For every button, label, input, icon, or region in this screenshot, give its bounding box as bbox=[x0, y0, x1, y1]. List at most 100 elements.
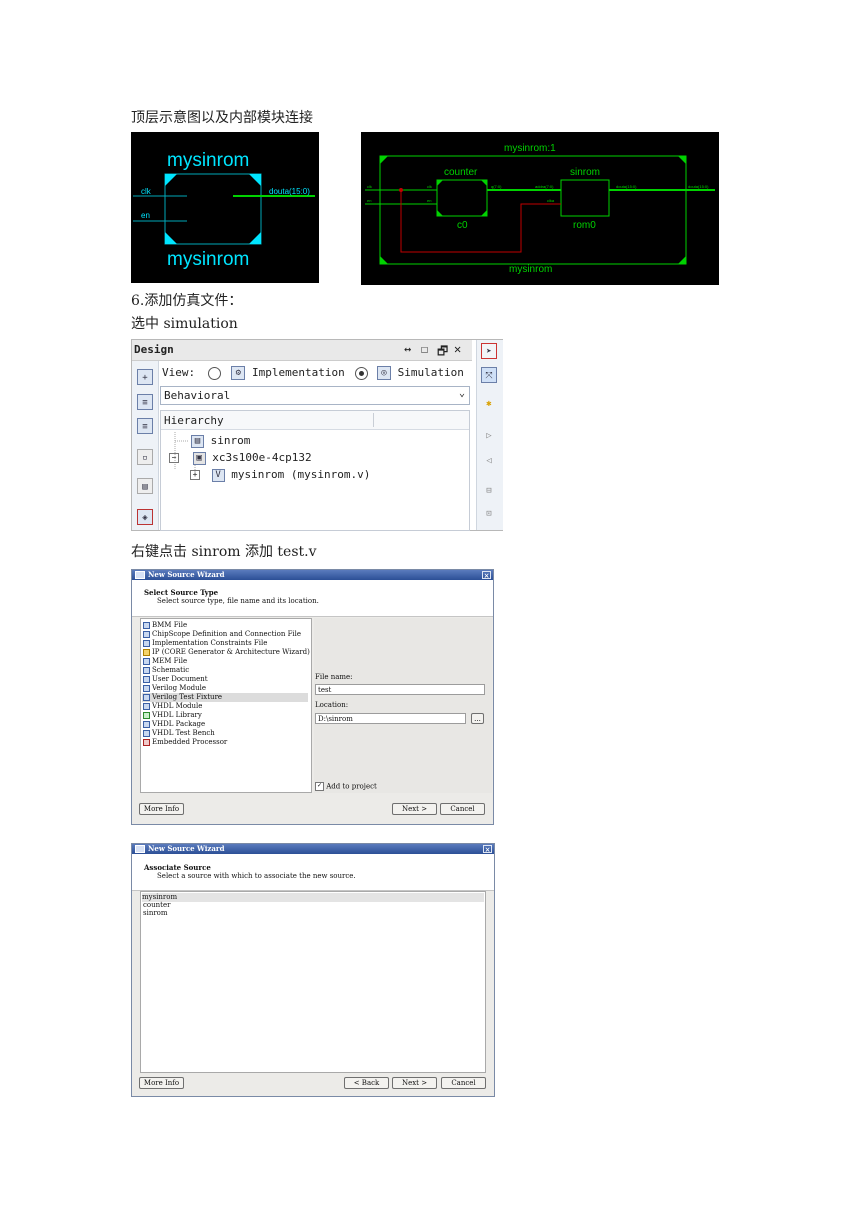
view-dropdown[interactable]: Behavioral ⌄ bbox=[160, 386, 470, 405]
paragraph-4: 右键点击 sinrom 添加 test.v bbox=[131, 544, 317, 560]
sinrom-label: sinrom bbox=[570, 167, 600, 178]
hierarchy-label: Hierarchy bbox=[164, 414, 224, 427]
radio-implementation[interactable] bbox=[207, 366, 221, 380]
associate-source-list[interactable]: mysinrom counter sinrom bbox=[140, 891, 486, 1073]
new-source-icon[interactable]: + bbox=[137, 369, 153, 385]
file-name-label: File name: bbox=[315, 673, 353, 681]
add-source-icon[interactable]: ≡ bbox=[137, 394, 153, 410]
close-icon[interactable]: × bbox=[482, 571, 491, 579]
run-back-icon[interactable]: ◁ bbox=[481, 453, 497, 469]
source-type-list[interactable]: BMM File ChipScope Definition and Connec… bbox=[140, 618, 312, 793]
cancel-button[interactable]: Cancel bbox=[441, 1077, 486, 1089]
list-item-selected[interactable]: mysinrom bbox=[142, 893, 484, 902]
new-source-wizard-select-type: New Source Wizard × Select Source Type S… bbox=[131, 569, 494, 825]
tree-item[interactable]: ▤ sinrom bbox=[191, 434, 250, 448]
cursor-icon[interactable]: ➤ bbox=[481, 343, 497, 359]
float-icon[interactable]: ↔ bbox=[404, 342, 411, 356]
symbol-corner-tr bbox=[249, 174, 261, 186]
add-to-project-label: Add to project bbox=[326, 782, 377, 791]
browse-button[interactable]: ... bbox=[471, 713, 484, 724]
close-icon[interactable]: × bbox=[483, 845, 492, 853]
maximize-icon[interactable]: ☐ bbox=[421, 342, 428, 356]
list-item[interactable]: Verilog Module bbox=[143, 684, 206, 693]
location-input[interactable]: D:\sinrom bbox=[315, 713, 466, 724]
properties-icon[interactable]: ▤ bbox=[137, 478, 153, 494]
chevron-down-icon: ⌄ bbox=[458, 388, 465, 399]
design-left-toolbar: + ≡ ≡ ▫ ▤ ◈ bbox=[132, 361, 159, 530]
list-item[interactable]: User Document bbox=[143, 675, 208, 684]
list-item[interactable]: IP (CORE Generator & Architecture Wizard… bbox=[143, 648, 310, 657]
tree-item[interactable]: + V mysinrom (mysinrom.v) bbox=[190, 468, 370, 482]
port-en-label: en bbox=[141, 211, 150, 220]
new-source-wizard-associate: New Source Wizard × Associate Source Sel… bbox=[131, 843, 495, 1097]
wizard-title: New Source Wizard bbox=[148, 844, 225, 853]
sparkle-icon[interactable]: ✱ bbox=[481, 396, 497, 412]
wizard-header: Associate Source Select a source with wh… bbox=[132, 854, 494, 891]
list-item[interactable]: VHDL Test Bench bbox=[143, 729, 215, 738]
list-item[interactable]: BMM File bbox=[143, 621, 187, 630]
window-icon[interactable]: ⊟ bbox=[481, 483, 497, 499]
zoom-fit-icon[interactable]: ⤧ bbox=[481, 367, 497, 383]
symbol-corner-bl bbox=[165, 232, 177, 244]
counter-label: counter bbox=[444, 167, 478, 178]
list-item[interactable]: VHDL Library bbox=[143, 711, 202, 720]
wizard-subheading: Select a source with which to associate … bbox=[157, 872, 356, 880]
radio-simulation[interactable] bbox=[355, 366, 369, 380]
wizard-subheading: Select source type, file name and its lo… bbox=[157, 597, 319, 605]
simulation-icon: ◎ bbox=[376, 366, 391, 380]
add-copy-source-icon[interactable]: ≡ bbox=[137, 418, 153, 434]
next-button[interactable]: Next > bbox=[392, 803, 437, 815]
collapse-icon[interactable]: − bbox=[169, 453, 179, 463]
panel-icon[interactable]: ⊡ bbox=[481, 506, 497, 522]
list-item[interactable]: Implementation Constraints File bbox=[143, 639, 267, 648]
hierarchy-icon[interactable]: ▫ bbox=[137, 449, 153, 465]
tree-item-label: mysinrom (mysinrom.v) bbox=[231, 468, 371, 481]
view-label: View: bbox=[162, 366, 196, 379]
simulation-label: Simulation bbox=[397, 366, 464, 379]
symbol-name-top: mysinrom bbox=[167, 150, 249, 171]
run-forward-icon[interactable]: ▷ bbox=[481, 428, 497, 444]
symbol-corner-tl bbox=[165, 174, 177, 186]
restore-icon[interactable]: 🗗 bbox=[437, 342, 448, 363]
hierarchy-tree: Hierarchy ▤ sinrom − ▣ xc3s100e-4cp132 +… bbox=[160, 410, 470, 531]
svg-text:clk: clk bbox=[367, 184, 372, 189]
internal-bottom-label: mysinrom bbox=[509, 264, 552, 275]
port-clk-label: clk bbox=[141, 187, 152, 196]
list-item[interactable]: Schematic bbox=[143, 666, 189, 675]
paragraph-3: 选中 simulation bbox=[131, 316, 238, 332]
svg-text:addra(7:0): addra(7:0) bbox=[535, 184, 554, 189]
sinrom-block bbox=[560, 179, 610, 217]
cancel-button[interactable]: Cancel bbox=[440, 803, 485, 815]
implementation-label: Implementation bbox=[252, 366, 345, 379]
list-item[interactable]: Embedded Processor bbox=[143, 738, 227, 747]
internal-title: mysinrom:1 bbox=[504, 143, 556, 154]
design-panel: Design ↔ ☐ 🗗 ✕ + ≡ ≡ ▫ ▤ ◈ View: ⚙ Imple… bbox=[131, 339, 503, 531]
sinrom-inst: rom0 bbox=[573, 220, 596, 231]
list-item[interactable]: ChipScope Definition and Connection File bbox=[143, 630, 301, 639]
counter-block bbox=[436, 179, 488, 217]
back-button[interactable]: < Back bbox=[344, 1077, 389, 1089]
add-to-project-checkbox[interactable]: ✓ bbox=[315, 782, 324, 791]
list-item[interactable]: VHDL Module bbox=[143, 702, 202, 711]
more-info-button[interactable]: More Info bbox=[139, 803, 184, 815]
close-icon[interactable]: ✕ bbox=[454, 342, 461, 356]
symbol-name-bottom: mysinrom bbox=[167, 249, 249, 270]
svg-text:douta(15:0): douta(15:0) bbox=[616, 184, 637, 189]
expand-icon[interactable]: + bbox=[190, 470, 200, 480]
list-item-selected[interactable]: Verilog Test Fixture bbox=[142, 693, 308, 702]
file-name-input[interactable]: test bbox=[315, 684, 485, 695]
tree-item[interactable]: − ▣ xc3s100e-4cp132 bbox=[169, 451, 312, 465]
svg-text:q(7:0): q(7:0) bbox=[491, 184, 502, 189]
more-info-button[interactable]: More Info bbox=[139, 1077, 184, 1089]
design-panel-header: Design ↔ ☐ 🗗 ✕ bbox=[132, 340, 472, 361]
port-douta-label: douta(15:0) bbox=[269, 187, 310, 196]
view-row: View: ⚙ Implementation ◎ Simulation bbox=[162, 366, 464, 380]
wire-clk-rom bbox=[400, 190, 561, 253]
list-item[interactable]: sinrom bbox=[143, 909, 168, 918]
list-item[interactable]: MEM File bbox=[143, 657, 187, 666]
next-button[interactable]: Next > bbox=[392, 1077, 437, 1089]
list-item[interactable]: VHDL Package bbox=[143, 720, 205, 729]
paragraph-1: 顶层示意图以及内部模块连接 bbox=[131, 110, 313, 126]
symbol-corner-br bbox=[249, 232, 261, 244]
settings-icon[interactable]: ◈ bbox=[137, 509, 153, 525]
